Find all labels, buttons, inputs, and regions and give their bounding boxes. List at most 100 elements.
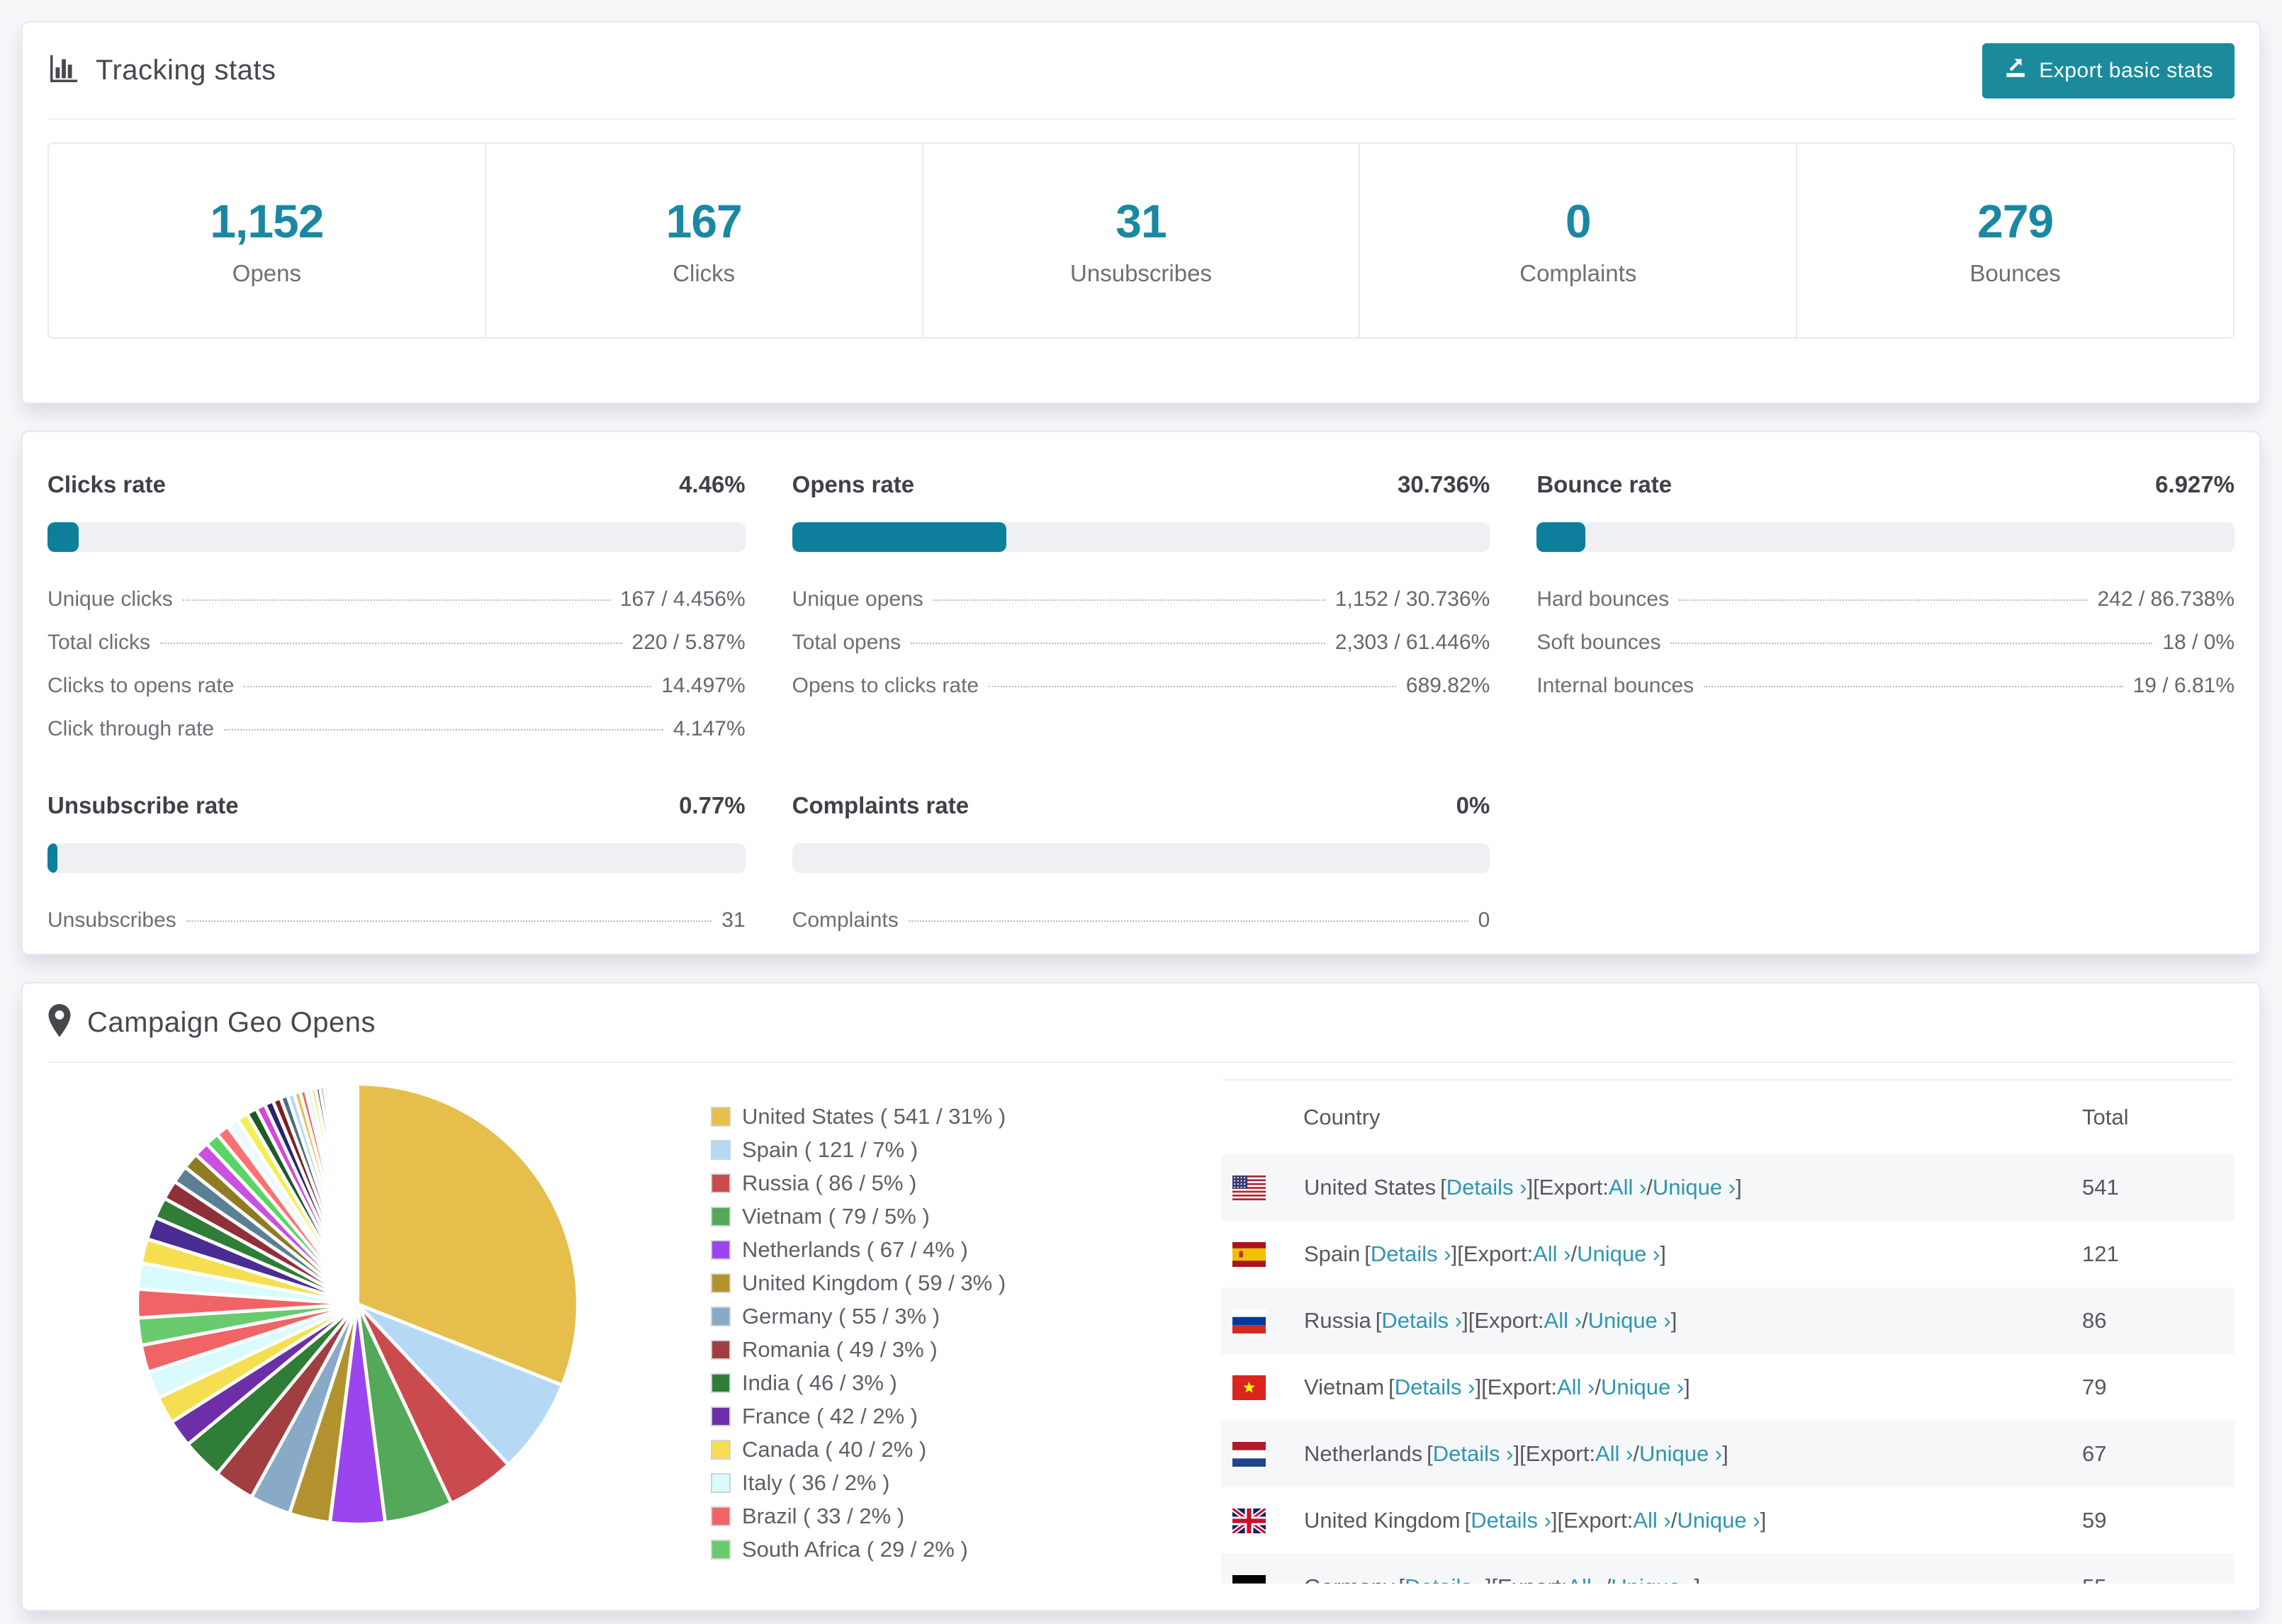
- opens-rate-value: 30.736%: [1398, 471, 1490, 497]
- details-link[interactable]: Details ›: [1371, 1241, 1451, 1267]
- dotted-leader: [933, 599, 1325, 601]
- rate-detail-row: Total clicks 220 / 5.87%: [47, 631, 746, 655]
- details-link[interactable]: Details ›: [1471, 1508, 1551, 1533]
- dotted-leader: [1704, 686, 2123, 687]
- export-all-link[interactable]: All ›: [1533, 1241, 1570, 1267]
- details-link[interactable]: Details ›: [1395, 1375, 1476, 1400]
- legend-swatch: [711, 1173, 731, 1193]
- bracket: ]: [1736, 1175, 1742, 1200]
- export-basic-stats-button[interactable]: Export basic stats: [1982, 43, 2235, 98]
- stat-value: 0: [1565, 195, 1592, 247]
- bracket: [: [1440, 1175, 1446, 1200]
- legend-swatch: [711, 1373, 731, 1393]
- stat-value: 279: [1977, 195, 2054, 247]
- bracket: ]: [1660, 1241, 1666, 1266]
- rate-detail-row: Hard bounces 242 / 86.738%: [1536, 587, 2235, 611]
- total-cell: 86: [2082, 1308, 2107, 1333]
- details-link[interactable]: Details ›: [1446, 1175, 1527, 1200]
- map-pin-icon: [47, 1003, 72, 1042]
- details-link[interactable]: Details ›: [1405, 1574, 1485, 1584]
- legend-label: United States ( 541 / 31% ): [742, 1104, 1006, 1129]
- bounce-rate-bar: [1536, 522, 2235, 552]
- opens-rate-bar: [792, 522, 1490, 552]
- bracket: [: [1398, 1574, 1405, 1584]
- legend-item-india: India ( 46 / 3% ): [711, 1370, 1108, 1396]
- detail-label: Hard bounces: [1536, 587, 1670, 611]
- detail-value: 167 / 4.456%: [619, 587, 746, 611]
- detail-value: 0: [1478, 908, 1490, 932]
- export-all-link[interactable]: All ›: [1567, 1574, 1604, 1584]
- bounce-rate-panel: Bounce rate 6.927% Hard bounces 242 / 86.73…: [1536, 471, 2235, 741]
- export-unique-link[interactable]: Unique ›: [1653, 1175, 1736, 1200]
- legend-swatch: [711, 1307, 731, 1326]
- rate-detail-row: Opens to clicks rate 689.82%: [792, 674, 1490, 698]
- export-button-label: Export basic stats: [2039, 58, 2213, 82]
- export-unique-link[interactable]: Unique ›: [1611, 1574, 1694, 1584]
- detail-label: Click through rate: [47, 717, 215, 740]
- details-link[interactable]: Details ›: [1381, 1308, 1462, 1333]
- export-unique-link[interactable]: Unique ›: [1577, 1241, 1660, 1267]
- stat-label: Unsubscribes: [1070, 260, 1212, 286]
- export-all-link[interactable]: All ›: [1544, 1308, 1582, 1333]
- rate-detail-row: Total opens 2,303 / 61.446%: [792, 631, 1490, 655]
- pie-slice: [355, 1082, 359, 1304]
- detail-label: Total opens: [792, 631, 901, 654]
- export-prefix: [Export:: [1468, 1308, 1544, 1333]
- campaign-geo-opens-card: Campaign Geo Opens United States ( 541 /…: [21, 982, 2261, 1611]
- bracket: ]: [1451, 1241, 1458, 1266]
- geo-opens-table: Country Total United States [Details ›] …: [1221, 1079, 2235, 1584]
- table-row-gb: United Kingdom [Details ›] [Export: All …: [1221, 1487, 2235, 1554]
- total-cell: 121: [2082, 1241, 2119, 1266]
- legend-item-south-africa: South Africa ( 29 / 2% ): [711, 1537, 1108, 1562]
- legend-swatch: [711, 1540, 731, 1560]
- detail-label: Internal bounces: [1536, 674, 1694, 697]
- legend-item-united-states: United States ( 541 / 31% ): [711, 1104, 1108, 1129]
- export-unique-link[interactable]: Unique ›: [1601, 1375, 1684, 1400]
- rate-detail-row: Internal bounces 19 / 6.81%: [1536, 674, 2235, 698]
- bar-chart-icon: [47, 52, 80, 89]
- export-prefix: [Export:: [1457, 1241, 1534, 1266]
- stat-value: 167: [665, 195, 743, 247]
- legend-item-romania: Romania ( 49 / 3% ): [711, 1337, 1108, 1363]
- legend-item-vietnam: Vietnam ( 79 / 5% ): [711, 1204, 1108, 1229]
- geo-table-header: Country Total: [1221, 1081, 2235, 1154]
- legend-item-italy: Italy ( 36 / 2% ): [711, 1470, 1108, 1496]
- details-link[interactable]: Details ›: [1433, 1441, 1514, 1467]
- export-all-link[interactable]: All ›: [1557, 1375, 1595, 1400]
- flag-vietnam-icon: [1232, 1375, 1304, 1400]
- bounce-rate-head: Bounce rate 6.927%: [1536, 471, 2235, 498]
- legend-label: Germany ( 55 / 3% ): [742, 1304, 940, 1329]
- export-prefix: [Export:: [1481, 1375, 1557, 1399]
- tracking-stats-card: Tracking stats Export basic stats 1,152 O…: [21, 21, 2261, 404]
- export-all-link[interactable]: All ›: [1609, 1175, 1646, 1200]
- legend-swatch: [711, 1406, 731, 1426]
- legend-label: Netherlands ( 67 / 4% ): [742, 1237, 968, 1262]
- dotted-leader: [182, 599, 610, 601]
- export-unique-link[interactable]: Unique ›: [1639, 1441, 1722, 1467]
- complaints-rate-title: Complaints rate: [792, 792, 969, 818]
- flag-germany-icon: [1232, 1574, 1304, 1584]
- unsubscribe-rate-panel: Unsubscribe rate 0.77% Unsubscribes 31: [47, 792, 746, 932]
- rates-card: Clicks rate 4.46% Unique clicks 167 / 4.456…: [21, 431, 2261, 955]
- dotted-leader: [911, 643, 1325, 644]
- legend-item-russia: Russia ( 86 / 5% ): [711, 1171, 1108, 1196]
- export-all-link[interactable]: All ›: [1595, 1441, 1633, 1467]
- bracket: ]: [1475, 1375, 1482, 1399]
- legend-label: United Kingdom ( 59 / 3% ): [742, 1270, 1006, 1295]
- bracket: ]: [1485, 1574, 1492, 1584]
- rate-detail-row: Soft bounces 18 / 0%: [1536, 631, 2235, 655]
- export-unique-link[interactable]: Unique ›: [1588, 1308, 1671, 1333]
- export-all-link[interactable]: All ›: [1633, 1508, 1670, 1533]
- legend-label: France ( 42 / 2% ): [742, 1404, 918, 1428]
- unsubscribe-rate-title: Unsubscribe rate: [47, 792, 239, 818]
- export-prefix: [Export:: [1491, 1574, 1567, 1584]
- export-icon: [2003, 56, 2028, 86]
- stat-label: Complaints: [1519, 260, 1637, 286]
- flag-spain-icon: [1232, 1241, 1304, 1267]
- legend-swatch: [711, 1107, 731, 1127]
- export-unique-link[interactable]: Unique ›: [1677, 1508, 1760, 1533]
- bounce-rate-value: 6.927%: [2155, 471, 2235, 497]
- tracking-stats-header: Tracking stats Export basic stats: [47, 23, 2235, 118]
- complaints-rate-panel: Complaints rate 0% Complaints 0: [792, 792, 1490, 932]
- header-divider: [47, 118, 2235, 120]
